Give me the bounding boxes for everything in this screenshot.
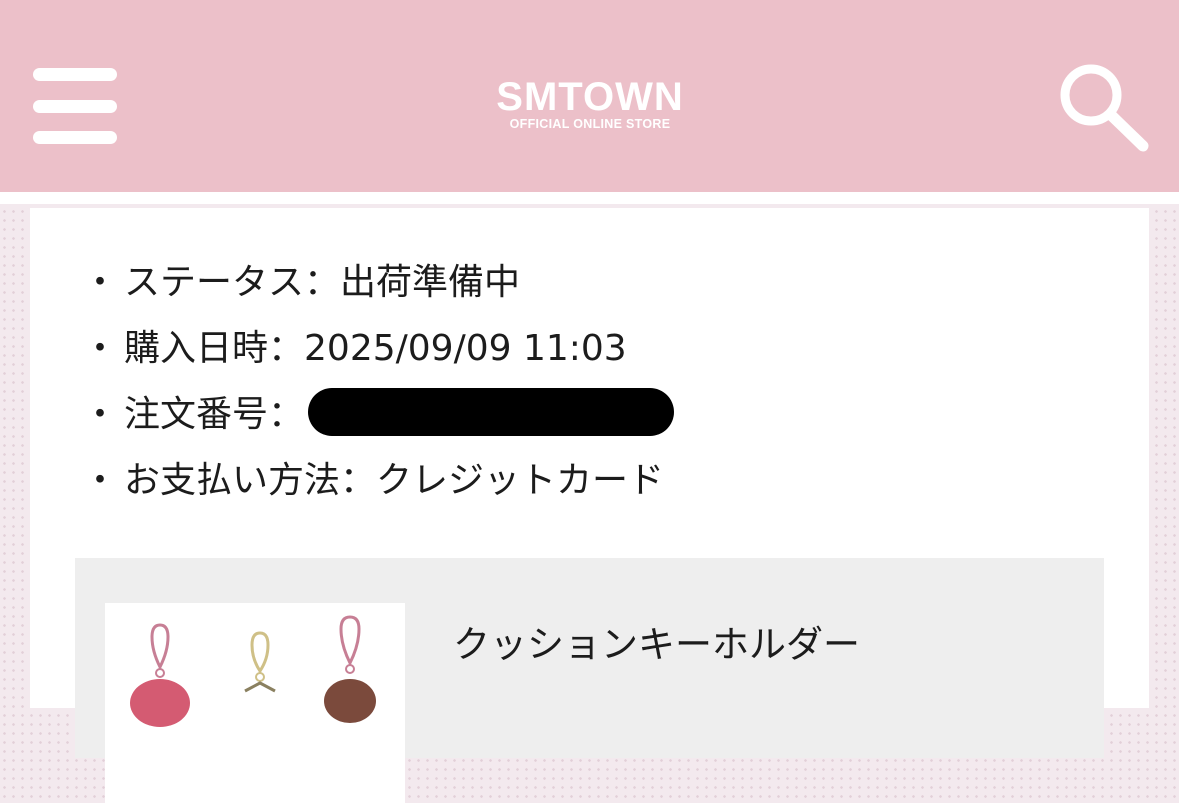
app-header: SMTOWN OFFICIAL ONLINE STORE bbox=[0, 0, 1179, 204]
order-number-label: 注文番号： bbox=[124, 394, 305, 435]
menu-bar bbox=[33, 68, 117, 81]
menu-bar bbox=[33, 131, 117, 144]
product-image[interactable] bbox=[105, 603, 405, 803]
menu-bar bbox=[33, 100, 117, 113]
order-status-value: 出荷準備中 bbox=[340, 262, 521, 303]
bullet: ・ bbox=[82, 460, 119, 501]
order-detail-card: ・ ステータス：出荷準備中 ・ 購入日時：2025/09/09 11:03 ・ … bbox=[30, 208, 1149, 803]
order-status-label: ステータス： bbox=[124, 262, 341, 303]
payment-method-value: クレジットカード bbox=[376, 460, 665, 501]
bullet: ・ bbox=[82, 328, 119, 369]
logo-sub-text: OFFICIAL ONLINE STORE bbox=[509, 117, 671, 131]
order-item: クッションキーホルダー bbox=[75, 558, 1104, 803]
search-icon[interactable] bbox=[1058, 62, 1150, 154]
logo-main-text: SMTOWN bbox=[496, 75, 684, 119]
purchase-date-value: 2025/09/09 11:03 bbox=[304, 328, 627, 369]
purchase-date-label: 購入日時： bbox=[124, 328, 305, 369]
hamburger-menu-icon[interactable] bbox=[33, 68, 117, 146]
product-name[interactable]: クッションキーホルダー bbox=[453, 614, 860, 668]
payment-method-label: お支払い方法： bbox=[124, 460, 377, 501]
store-logo[interactable]: SMTOWN OFFICIAL ONLINE STORE bbox=[470, 76, 710, 131]
bullet: ・ bbox=[82, 262, 119, 303]
order-number-redaction bbox=[308, 388, 675, 436]
bullet: ・ bbox=[82, 394, 119, 435]
